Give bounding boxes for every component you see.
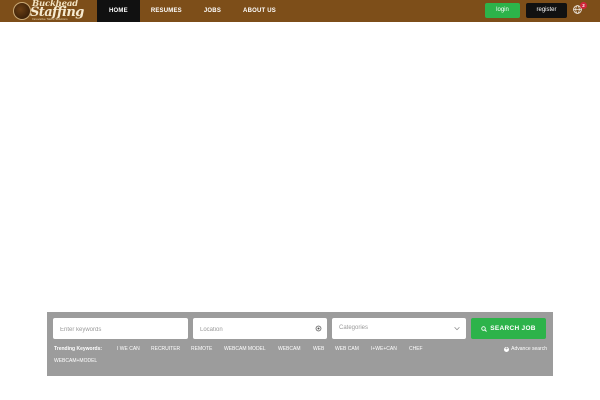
search-job-button[interactable]: SEARCH JOB bbox=[471, 318, 546, 339]
logo-emblem-icon bbox=[13, 2, 31, 20]
trending-keyword[interactable]: WEB bbox=[313, 346, 324, 352]
trending-keyword[interactable]: REMOTE bbox=[191, 346, 212, 352]
trending-keyword[interactable]: WEBCAM MODEL bbox=[224, 346, 266, 352]
location-field[interactable] bbox=[193, 318, 327, 341]
trending-keyword[interactable]: CHEF bbox=[409, 346, 423, 352]
crosshair-icon[interactable] bbox=[315, 325, 322, 332]
nav-item-resumes[interactable]: RESUMES bbox=[140, 0, 193, 22]
trending-keyword[interactable]: WEBCAM+MODEL bbox=[54, 358, 97, 364]
login-button[interactable]: login bbox=[485, 3, 520, 18]
plus-circle-icon: + bbox=[504, 345, 510, 352]
chevron-down-icon bbox=[454, 327, 460, 331]
main-nav: HOME RESUMES JOBS ABOUT US bbox=[97, 0, 287, 22]
trending-keyword[interactable]: WEB CAM bbox=[335, 346, 359, 352]
logo-tagline: Innovative Talent Solutions bbox=[32, 17, 68, 21]
search-icon bbox=[481, 325, 488, 332]
register-button[interactable]: register bbox=[526, 3, 567, 18]
categories-value: Categories bbox=[339, 325, 369, 331]
top-navbar: Buckhead Staffing Innovative Talent Solu… bbox=[0, 0, 600, 22]
job-search-panel: Categories SEARCH JOB Trending Keywords:… bbox=[47, 312, 553, 376]
trending-keyword[interactable]: I WE CAN bbox=[117, 346, 140, 352]
advance-search-link[interactable]: + Advance search bbox=[504, 346, 547, 352]
trending-keyword[interactable]: WEBCAM bbox=[278, 346, 301, 352]
nav-item-jobs[interactable]: JOBS bbox=[193, 0, 232, 22]
keywords-field[interactable] bbox=[53, 318, 188, 341]
advance-search-label: Advance search bbox=[511, 346, 547, 352]
trending-keyword[interactable]: I+WE+CAN bbox=[371, 346, 397, 352]
categories-select[interactable]: Categories bbox=[332, 318, 466, 339]
keywords-input[interactable] bbox=[53, 319, 188, 341]
location-input[interactable] bbox=[193, 319, 327, 341]
nav-item-home[interactable]: HOME bbox=[97, 0, 140, 22]
notification-badge: 2 bbox=[580, 2, 587, 9]
trending-keywords-label: Trending Keywords: bbox=[54, 346, 103, 352]
trending-keyword[interactable]: RECRUITER bbox=[151, 346, 180, 352]
site-logo[interactable]: Buckhead Staffing Innovative Talent Solu… bbox=[13, 0, 84, 22]
search-job-label: SEARCH JOB bbox=[490, 325, 536, 332]
nav-item-about-us[interactable]: ABOUT US bbox=[232, 0, 287, 22]
